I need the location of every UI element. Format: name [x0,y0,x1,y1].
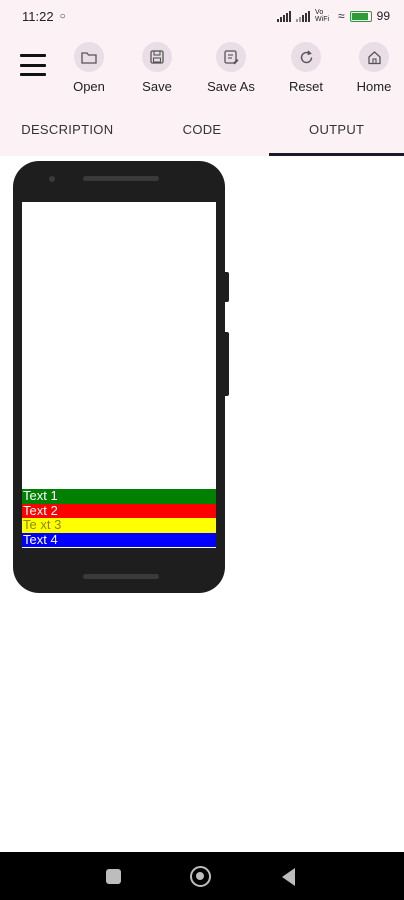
back-icon[interactable] [282,868,295,886]
output-row-4: Text 4 [22,532,216,547]
status-left: 11:22 ○ [22,9,66,24]
folder-icon [74,42,104,72]
output-row-3: Te xt 3 [22,517,216,533]
phone-side-button-volume [225,332,229,396]
reset-button[interactable]: Reset [271,42,341,94]
status-time: 11:22 [22,8,54,24]
save-as-button[interactable]: Save As [196,42,266,94]
recents-icon[interactable] [106,869,121,884]
reset-icon [291,42,321,72]
phone-mockup: Text 1 Text 2 Te xt 3 Text 4 [13,161,225,593]
battery-icon [349,10,372,22]
vowifi-label: Vo WiFi [315,9,330,23]
status-bar: 11:22 ○ Vo WiFi ≈ 99 [0,0,404,32]
speaker-bottom [83,574,159,579]
home-nav-icon[interactable] [190,866,211,887]
save-button[interactable]: Save [122,42,192,94]
camera-dot [49,176,55,182]
speaker-top [83,176,159,181]
tab-description[interactable]: DESCRIPTION [0,102,135,156]
save-label: Save [142,79,172,94]
signal-icon-2 [296,10,311,22]
reset-label: Reset [289,79,323,94]
signal-icon [277,10,292,22]
status-right: Vo WiFi ≈ 99 [277,9,390,23]
system-nav-bar [0,852,404,900]
open-label: Open [73,79,105,94]
tab-code[interactable]: CODE [135,102,270,156]
phone-side-button-power [225,272,229,302]
tab-bar: DESCRIPTION CODE OUTPUT [0,102,404,156]
save-as-icon [216,42,246,72]
tab-output[interactable]: OUTPUT [269,102,404,156]
output-row-2: Text 2 [22,503,216,518]
toolbar: Open Save Save As Reset Home [0,32,404,102]
home-button[interactable]: Home [339,42,404,94]
notification-icon: ○ [59,10,66,22]
phone-screen: Text 1 Text 2 Te xt 3 Text 4 [22,202,216,548]
save-icon [142,42,172,72]
hamburger-menu-icon[interactable] [20,54,46,76]
output-rows: Text 1 Text 2 Te xt 3 Text 4 [22,488,216,547]
output-row-1: Text 1 [22,488,216,504]
home-icon [359,42,389,72]
home-label: Home [356,79,392,94]
open-button[interactable]: Open [54,42,124,94]
save-as-label: Save As [207,79,255,94]
battery-percent: 99 [376,9,390,23]
wifi-icon: ≈ [338,9,345,23]
